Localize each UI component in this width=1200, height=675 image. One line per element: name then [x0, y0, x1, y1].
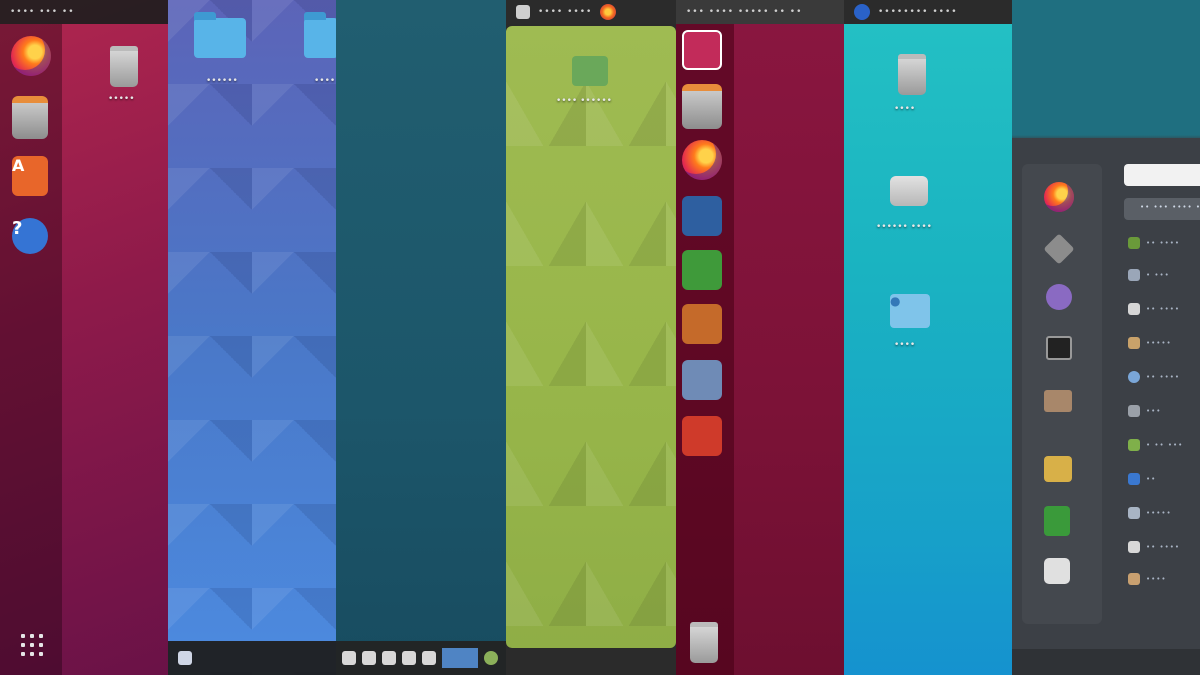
list-item[interactable]: •• ••••	[1128, 540, 1180, 554]
store-icon[interactable]	[1044, 456, 1072, 482]
calc-icon[interactable]	[682, 250, 722, 290]
app-icon	[1128, 337, 1140, 349]
list-item[interactable]: ••	[1128, 472, 1156, 486]
folder-icon[interactable]	[194, 12, 246, 58]
firefox-icon[interactable]	[682, 140, 722, 180]
app-icon	[1128, 473, 1140, 485]
ubuntu-logo-icon[interactable]	[682, 30, 722, 70]
files-icon[interactable]	[682, 84, 722, 129]
trash-label: ••••	[894, 104, 916, 114]
trash-icon[interactable]	[110, 46, 138, 87]
drive-label: •••••• ••••	[876, 222, 932, 232]
folder-label: ••••••	[206, 76, 238, 86]
list-item[interactable]: •• ••••	[1128, 370, 1180, 384]
impress-icon[interactable]	[682, 304, 722, 344]
top-panel: •••• ••••	[506, 0, 676, 24]
software-store-icon[interactable]: A	[12, 156, 48, 196]
software-center-icon[interactable]	[682, 360, 722, 400]
app-icon	[1128, 237, 1140, 249]
desktop-strip-ubuntu: •••• ••• •• A ? •••••	[0, 0, 168, 675]
help-icon[interactable]	[1044, 558, 1070, 584]
list-item[interactable]: • •••	[1128, 268, 1170, 282]
list-item[interactable]: ••••	[1128, 572, 1167, 586]
taskbar-app-icon[interactable]	[382, 651, 396, 665]
search-input[interactable]	[1124, 164, 1200, 186]
taskbar-app-icon[interactable]	[342, 651, 356, 665]
list-item[interactable]: •• ••••	[1128, 236, 1180, 250]
app-icon	[1128, 405, 1140, 417]
folder-icon[interactable]	[304, 12, 336, 58]
taskbar	[168, 641, 336, 675]
desktop-strip-gnome-overview: •• ••• •••• ••••	[1012, 0, 1200, 675]
tool-icon[interactable]	[1043, 233, 1075, 265]
top-panel-text: •••• ••• ••	[10, 7, 75, 17]
top-panel-text: ••• •••• ••••• •• ••	[686, 7, 803, 17]
trash-icon[interactable]	[690, 622, 718, 663]
settings-icon[interactable]	[682, 416, 722, 456]
top-panel-text: •••• ••••	[538, 7, 593, 17]
taskbar-app-icon[interactable]	[402, 651, 416, 665]
app-icon	[1128, 303, 1140, 315]
folder-label: ••••	[314, 76, 336, 86]
firefox-icon[interactable]	[1044, 182, 1074, 212]
list-item[interactable]: •••	[1128, 404, 1161, 418]
firefox-icon[interactable]	[600, 4, 617, 20]
help-icon[interactable]: ?	[12, 218, 48, 254]
desktop-strip-green: •••• •••• •••• ••••••	[506, 0, 676, 675]
calc-icon[interactable]	[1044, 506, 1070, 536]
desktop-strip-teal	[336, 0, 506, 675]
taskbar-app-icon[interactable]	[362, 651, 376, 665]
folder-icon[interactable]	[572, 56, 608, 86]
top-panel: •••• ••• ••	[0, 0, 168, 24]
activities-icon[interactable]	[854, 4, 870, 20]
app-icon	[1128, 573, 1140, 585]
list-item[interactable]: •••••	[1128, 506, 1172, 520]
terminal-icon[interactable]	[1046, 336, 1072, 360]
app-launcher-icon[interactable]	[178, 651, 192, 665]
app-icon	[1128, 269, 1140, 281]
files-icon[interactable]	[1044, 390, 1072, 412]
app-icon[interactable]	[1046, 284, 1072, 310]
taskbar-app-icon[interactable]	[422, 651, 436, 665]
drive-icon[interactable]	[890, 176, 928, 206]
firefox-icon[interactable]	[11, 36, 51, 76]
taskbar-app-icon[interactable]	[484, 651, 498, 665]
top-panel: •••••••• ••••	[844, 0, 1012, 24]
folder-icon[interactable]: ●	[890, 294, 930, 328]
app-icon	[1128, 507, 1140, 519]
apps-grid-icon[interactable]	[19, 632, 45, 658]
tab-all[interactable]: •• ••• •••• ••••	[1124, 198, 1200, 220]
app-icon	[1128, 541, 1140, 553]
writer-icon[interactable]	[682, 196, 722, 236]
list-item[interactable]: •••••	[1128, 336, 1172, 350]
desktop-area: •••• ••••••	[506, 26, 676, 648]
taskbar	[1012, 649, 1200, 675]
desktop-strip-cyan: •••••••• •••• •••• •••••• •••• ● ••••	[844, 0, 1012, 675]
taskbar-active-item[interactable]	[442, 648, 478, 668]
list-item[interactable]: •• ••••	[1128, 302, 1180, 316]
trash-label: •••••	[108, 94, 135, 104]
files-icon[interactable]	[12, 96, 48, 139]
top-panel-text: •••••••• ••••	[878, 7, 958, 17]
folder-label: •••• ••••••	[556, 96, 612, 106]
files-icon[interactable]	[516, 5, 530, 19]
tab-label: •• ••• •••• ••••	[1140, 203, 1200, 211]
list-item[interactable]: • •• •••	[1128, 438, 1183, 452]
trash-icon[interactable]	[898, 54, 926, 95]
desktop-strip-kde: •••••• ••••	[168, 0, 336, 675]
desktop-strip-unity: ••• •••• ••••• •• ••	[676, 0, 844, 675]
app-icon	[1128, 439, 1140, 451]
taskbar	[506, 649, 676, 675]
top-panel: ••• •••• ••••• •• ••	[676, 0, 844, 24]
taskbar	[336, 641, 506, 675]
folder-label: ••••	[894, 340, 916, 350]
app-icon	[1128, 371, 1140, 383]
